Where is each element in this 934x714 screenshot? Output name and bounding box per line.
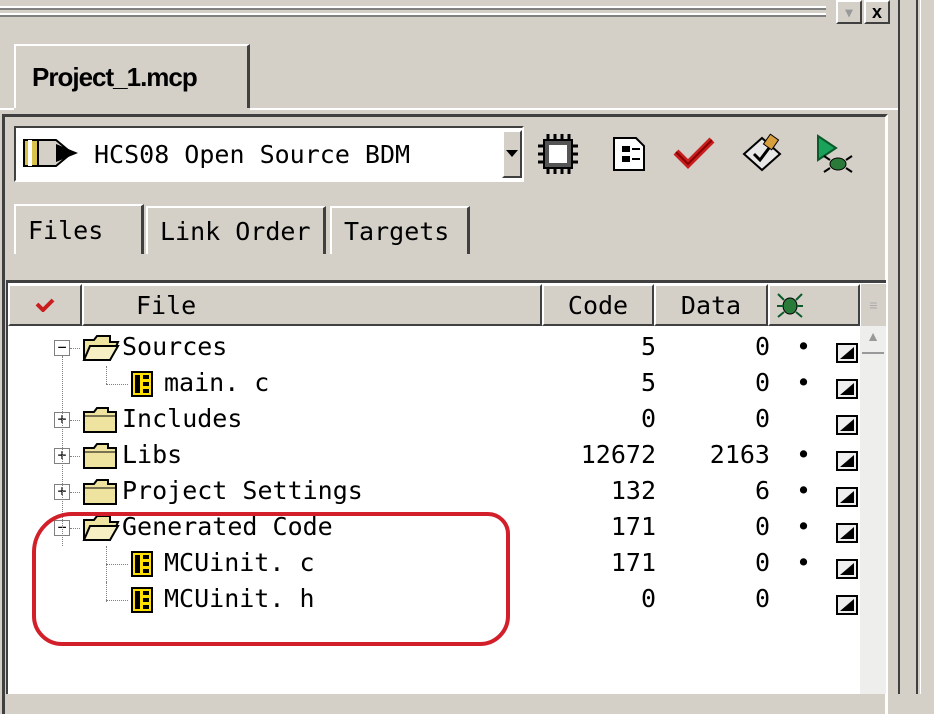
code-size: 0: [640, 404, 656, 433]
divider: [0, 108, 14, 110]
window-frame-right: [898, 0, 934, 694]
close-button[interactable]: x: [864, 0, 890, 24]
folder-row[interactable]: + Includes 0 0: [6, 402, 866, 438]
folder-icon: [82, 406, 120, 440]
debug-marker[interactable]: •: [796, 440, 811, 469]
data-size: 0: [754, 332, 770, 361]
file-row[interactable]: main. c 5 0 •: [6, 366, 866, 402]
folder-row[interactable]: + Project Settings 132 6 •: [6, 474, 866, 510]
file-name: Libs: [122, 440, 183, 469]
code-size: 5: [640, 368, 656, 397]
folder-open-icon: [82, 514, 120, 548]
source-file-icon: [130, 550, 154, 584]
tab-targets[interactable]: Targets: [330, 206, 470, 254]
code-size: 171: [610, 548, 656, 577]
code-size: 132: [610, 476, 656, 505]
data-size: 0: [754, 584, 770, 613]
tab-files[interactable]: Files: [14, 204, 144, 254]
file-name: Generated Code: [122, 512, 333, 541]
debug-marker[interactable]: •: [796, 548, 811, 577]
data-size: 6: [754, 476, 770, 505]
file-name: MCUinit. c: [164, 548, 315, 577]
data-size: 0: [754, 368, 770, 397]
title-bar-grip: [0, 6, 826, 10]
data-size: 2163: [709, 440, 770, 469]
debug-marker[interactable]: •: [796, 332, 811, 361]
header-corner: ≡: [860, 284, 886, 326]
check-icon[interactable]: [672, 132, 716, 176]
folder-open-icon: [82, 334, 120, 368]
chevron-down-icon: [506, 150, 518, 157]
target-dropdown-button[interactable]: [502, 130, 522, 178]
target-selected-value: HCS08 Open Source BDM: [94, 140, 411, 169]
file-options-icon[interactable]: [836, 592, 858, 615]
column-header-data[interactable]: Data: [654, 284, 768, 326]
debug-marker[interactable]: •: [796, 368, 811, 397]
tab-link-order[interactable]: Link Order: [146, 206, 326, 254]
file-options-icon[interactable]: [836, 484, 858, 507]
window-title-bar: [0, 0, 900, 28]
bug-icon: [777, 293, 803, 318]
settings-icon[interactable]: [608, 132, 652, 176]
check-icon: [35, 298, 55, 312]
debug-marker[interactable]: •: [796, 476, 811, 505]
source-file-icon: [130, 586, 154, 620]
title-bar-grip: [0, 13, 826, 17]
file-options-icon[interactable]: [836, 556, 858, 579]
data-size: 0: [754, 548, 770, 577]
code-size: 5: [640, 332, 656, 361]
collapse-icon[interactable]: −: [54, 340, 70, 356]
code-size: 12672: [580, 440, 656, 469]
column-header-touch[interactable]: [8, 284, 82, 326]
file-name: Sources: [122, 332, 228, 361]
file-name: Project Settings: [122, 476, 363, 505]
bdm-connector-icon: [23, 139, 78, 167]
file-name: MCUinit. h: [164, 584, 315, 613]
file-row[interactable]: MCUinit. h 0 0: [6, 582, 866, 618]
data-size: 0: [754, 512, 770, 541]
tree-connector: [62, 356, 63, 546]
file-options-icon[interactable]: [836, 340, 858, 363]
debug-icon[interactable]: [810, 132, 854, 176]
column-header-debug[interactable]: [768, 284, 860, 326]
file-tree: − Sources 5 0 • main. c 5 0 • + Includes 0 0 + Libs 126…: [6, 330, 866, 694]
source-file-icon: [130, 370, 154, 404]
project-tab[interactable]: Project_1.mcp: [14, 44, 250, 108]
file-options-icon[interactable]: [836, 376, 858, 399]
code-size: 171: [610, 512, 656, 541]
folder-row[interactable]: − Sources 5 0 •: [6, 330, 866, 366]
folder-icon: [82, 478, 120, 512]
code-size: 0: [640, 584, 656, 613]
folder-icon: [82, 442, 120, 476]
file-name: Includes: [122, 404, 243, 433]
target-select[interactable]: HCS08 Open Source BDM: [14, 126, 524, 182]
folder-row[interactable]: − Generated Code 171 0 •: [6, 510, 866, 546]
file-options-icon[interactable]: [836, 412, 858, 435]
make-icon[interactable]: [740, 132, 784, 176]
chip-icon[interactable]: [536, 132, 580, 176]
debug-marker[interactable]: •: [796, 512, 811, 541]
column-header-file[interactable]: File: [82, 284, 542, 326]
tree-connector: [106, 546, 107, 602]
file-options-icon[interactable]: [836, 448, 858, 471]
file-options-icon[interactable]: [836, 520, 858, 543]
file-row[interactable]: MCUinit. c 171 0 •: [6, 546, 866, 582]
data-size: 0: [754, 404, 770, 433]
file-name: main. c: [164, 368, 270, 397]
divider: [250, 108, 898, 110]
minimize-button[interactable]: ▾: [836, 0, 862, 24]
folder-row[interactable]: + Libs 12672 2163 •: [6, 438, 866, 474]
column-header-code[interactable]: Code: [542, 284, 654, 326]
